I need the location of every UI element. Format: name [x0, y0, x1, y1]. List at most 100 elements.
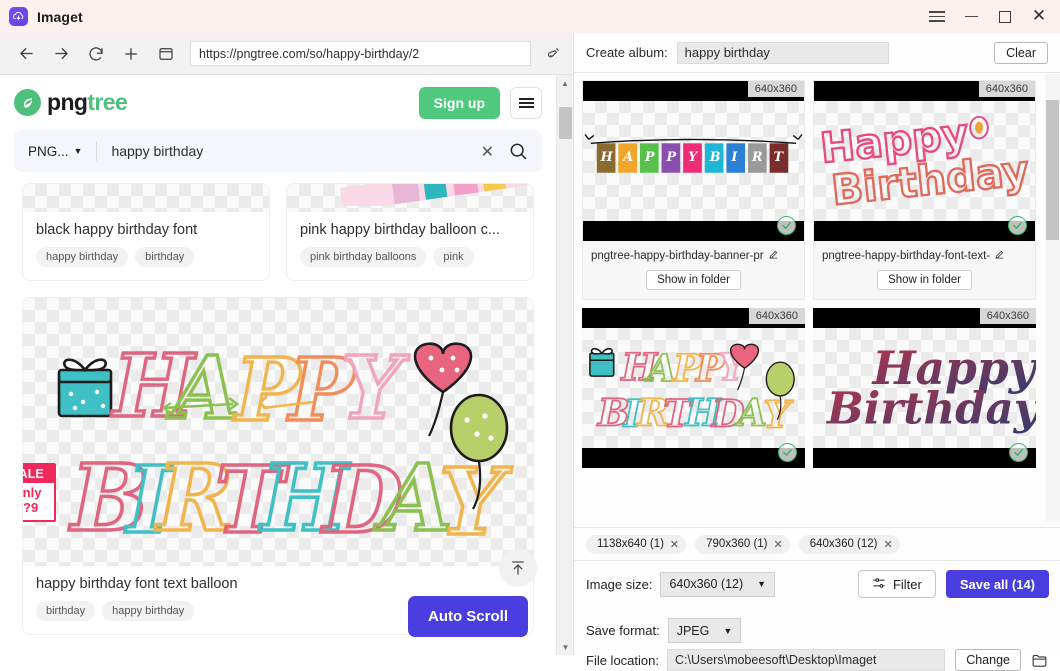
size-chip[interactable]: 790x360 (1) ✕	[695, 535, 790, 554]
result-card[interactable]: pink happy birthday balloon c... pink bi…	[286, 183, 534, 281]
dimension-badge: 640x360	[980, 308, 1036, 324]
search-icon[interactable]	[508, 141, 528, 161]
svg-text:P: P	[665, 150, 676, 165]
thumbnail-image[interactable]: 640x360	[583, 81, 804, 241]
close-icon[interactable]: ✕	[774, 538, 783, 551]
search-type-label: PNG...	[28, 144, 69, 159]
reload-icon[interactable]	[81, 39, 111, 69]
size-chip[interactable]: 1138x640 (1) ✕	[586, 535, 686, 554]
back-arrow-icon[interactable]	[11, 39, 41, 69]
tag[interactable]: pink	[433, 247, 473, 267]
window-titlebar: Imaget ✕	[0, 0, 1060, 33]
svg-text:I: I	[730, 150, 738, 165]
results-row: black happy birthday font happy birthday…	[22, 183, 534, 281]
size-chip-label: 640x360 (12)	[810, 538, 878, 550]
change-location-button[interactable]: Change	[955, 649, 1021, 671]
sign-up-button[interactable]: Sign up	[419, 87, 500, 119]
image-size-select[interactable]: 640x360 (12) ▼	[660, 572, 775, 597]
save-format-value: JPEG	[677, 624, 710, 638]
clear-button[interactable]: Clear	[994, 42, 1048, 64]
sale-badge-line1: Only	[22, 486, 54, 501]
window-controls: ✕	[920, 0, 1056, 33]
close-icon[interactable]: ✕	[884, 538, 893, 551]
browser-window-icon[interactable]	[151, 39, 181, 69]
result-thumbnail	[287, 184, 533, 212]
size-chip-label: 1138x640 (1)	[597, 538, 664, 550]
save-format-row: Save format: JPEG ▼	[574, 618, 1060, 643]
thumbnail-image[interactable]: 640x360 Happy Birthday	[814, 81, 1035, 241]
folder-icon[interactable]	[1030, 652, 1049, 669]
thumbnail-card[interactable]: 640x360	[582, 80, 805, 300]
search-input[interactable]: happy birthday	[111, 143, 480, 159]
auto-scroll-button[interactable]: Auto Scroll	[408, 596, 528, 637]
minimize-icon[interactable]	[954, 0, 988, 33]
thumbnail-image[interactable]: 640x360 Happy Birthday	[813, 308, 1036, 468]
forward-arrow-icon[interactable]	[46, 39, 76, 69]
thumbnail-card[interactable]: 640x360 H A P P	[582, 308, 805, 468]
leaf-icon	[14, 89, 41, 116]
tag[interactable]: happy birthday	[36, 247, 128, 267]
url-input[interactable]: https://pngtree.com/so/happy-birthday/2	[190, 41, 531, 66]
size-chip[interactable]: 640x360 (12) ✕	[799, 535, 900, 554]
result-title: pink happy birthday balloon c...	[287, 212, 533, 238]
close-icon[interactable]: ✕	[1022, 0, 1056, 33]
thumbnail-row: 640x360 H A P P	[582, 308, 1036, 468]
hamburger-icon[interactable]	[510, 87, 542, 119]
image-size-label: Image size:	[586, 577, 652, 592]
sliders-icon	[872, 576, 886, 593]
scrollbar-thumb[interactable]	[559, 107, 572, 139]
plus-icon[interactable]	[116, 39, 146, 69]
svg-text:A: A	[622, 150, 633, 165]
save-all-button[interactable]: Save all (14)	[946, 570, 1049, 598]
thumbnail-filename: pngtree-happy-birthday-banner-pr	[591, 250, 764, 262]
pencil-icon[interactable]	[994, 249, 1005, 263]
menu-icon[interactable]	[920, 0, 954, 33]
tag[interactable]: birthday	[135, 247, 194, 267]
save-format-select[interactable]: JPEG ▼	[668, 618, 742, 643]
svg-text:B: B	[709, 150, 721, 165]
dimension-badge: 640x360	[748, 81, 804, 97]
size-chip-label: 790x360 (1)	[706, 538, 767, 550]
tag[interactable]: birthday	[36, 601, 95, 621]
close-icon[interactable]: ✕	[481, 142, 494, 161]
scroll-up-arrow-icon[interactable]: ▲	[557, 75, 573, 91]
scrollbar-thumb[interactable]	[1046, 100, 1059, 240]
tag[interactable]: pink birthday balloons	[300, 247, 426, 267]
close-icon[interactable]: ✕	[670, 538, 679, 551]
search-bar[interactable]: PNG... ▼ happy birthday ✕	[14, 130, 542, 172]
check-circle-icon	[777, 216, 796, 235]
thumbnail-card[interactable]: 640x360 Happy Birthday	[813, 80, 1036, 300]
search-type-dropdown[interactable]: PNG... ▼	[28, 144, 82, 159]
thumbnail-image[interactable]: 640x360 H A P P	[582, 308, 805, 468]
thumbnail-filename-row: pngtree-happy-birthday-banner-pr	[583, 241, 804, 263]
maximize-icon[interactable]	[988, 0, 1022, 33]
svg-text:H: H	[600, 150, 614, 165]
happy-birthday-artwork: H A P P Y B I R	[23, 298, 533, 566]
tag[interactable]: happy birthday	[102, 601, 194, 621]
site-header: pngtree Sign up	[0, 75, 556, 130]
result-card-large[interactable]: H A P P Y B I R	[22, 297, 534, 635]
check-circle-icon	[1009, 443, 1028, 462]
file-location-input[interactable]: C:\Users\mobeesoft\Desktop\Imaget	[667, 649, 945, 671]
result-thumbnail-large: H A P P Y B I R	[23, 298, 533, 566]
chevron-down-icon: ▼	[757, 579, 766, 589]
filter-button[interactable]: Filter	[858, 570, 936, 598]
pencil-icon[interactable]	[768, 249, 779, 263]
show-in-folder-button[interactable]: Show in folder	[877, 270, 972, 290]
album-name-input[interactable]: happy birthday	[677, 42, 889, 64]
scroll-to-top-icon[interactable]	[499, 549, 537, 587]
web-panel-scrollbar[interactable]: ▲ ▼	[556, 75, 573, 655]
size-filter-chips: 1138x640 (1) ✕ 790x360 (1) ✕ 640x360 (12…	[574, 527, 1060, 561]
show-in-folder-button[interactable]: Show in folder	[646, 270, 741, 290]
pastel-doodle-text-artwork: H A P P Y B I R T H	[582, 328, 805, 448]
cloud-download-icon	[9, 7, 28, 26]
app-title: Imaget	[37, 9, 83, 25]
pngtree-logo[interactable]: pngtree	[14, 89, 127, 116]
thumbnail-card[interactable]: 640x360 Happy Birthday	[813, 308, 1036, 468]
broom-icon[interactable]	[537, 39, 569, 69]
pink-striped-text-artwork: Happy Birthday	[814, 101, 1035, 221]
svg-text:T: T	[774, 150, 785, 165]
thumbnails-scrollbar[interactable]	[1045, 74, 1060, 521]
result-card[interactable]: black happy birthday font happy birthday…	[22, 183, 270, 281]
scroll-down-arrow-icon[interactable]: ▼	[557, 639, 574, 655]
